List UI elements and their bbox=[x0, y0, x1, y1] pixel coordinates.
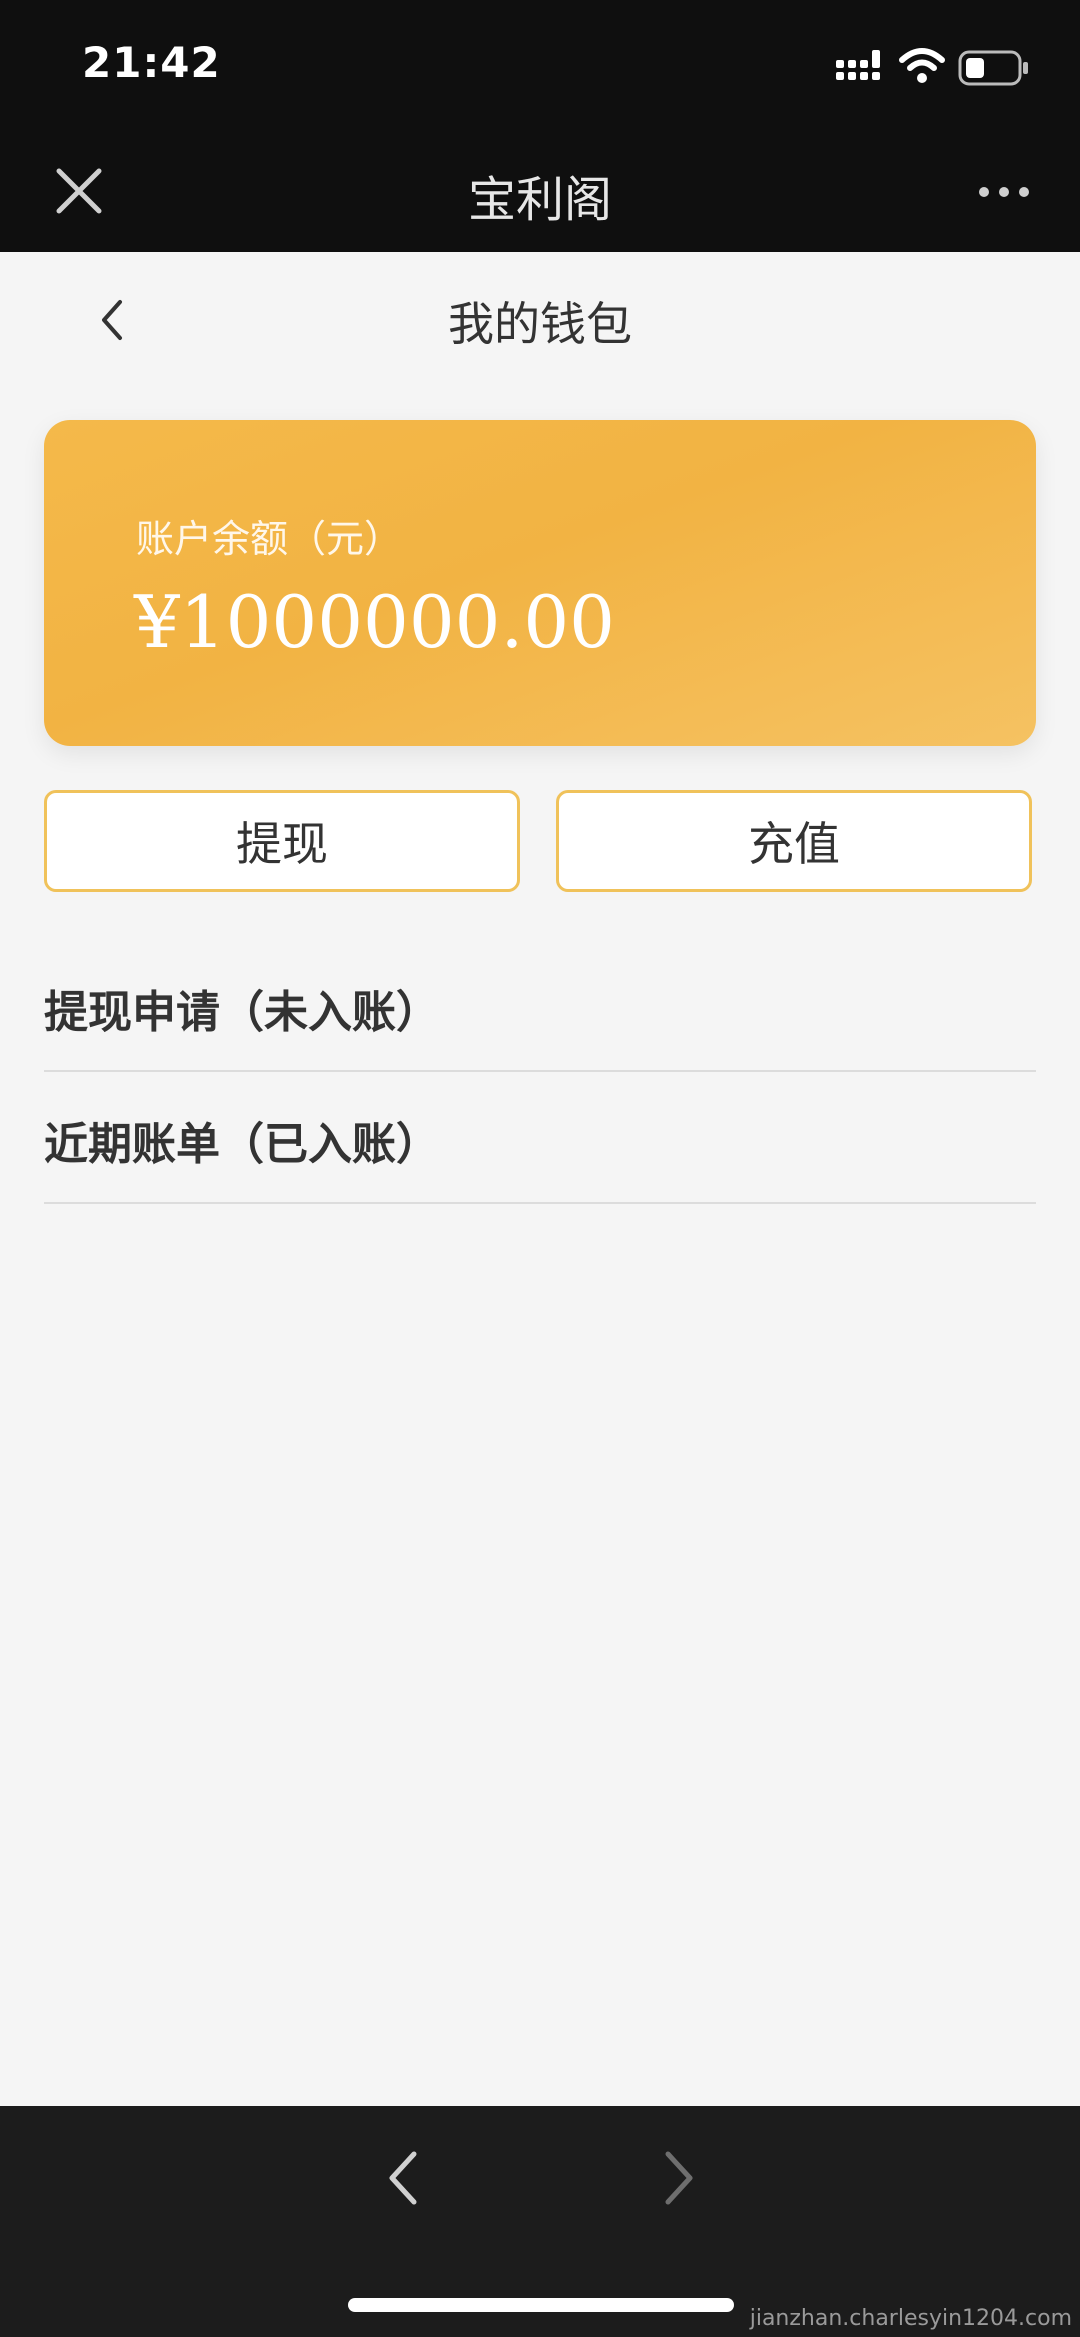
balance-card: 账户余额（元） ¥1000000.00 bbox=[44, 420, 1036, 746]
watermark: jianzhan.charlesyin1204.com bbox=[749, 2306, 1072, 2331]
status-time: 21:42 bbox=[82, 38, 221, 87]
browser-back-icon[interactable] bbox=[384, 2148, 420, 2208]
webview-header: 宝利阁 bbox=[0, 130, 1080, 252]
list-item-recent-bills[interactable]: 近期账单（已入账） bbox=[44, 1072, 1036, 1204]
balance-label: 账户余额（元） bbox=[136, 517, 403, 561]
recharge-button[interactable]: 充值 bbox=[556, 790, 1032, 892]
webview-title: 宝利阁 bbox=[467, 172, 612, 228]
list-item-pending-withdrawals[interactable]: 提现申请（未入账） bbox=[44, 940, 1036, 1072]
list-item-label: 提现申请（未入账） bbox=[44, 987, 440, 1038]
more-icon[interactable] bbox=[976, 182, 1032, 202]
battery-icon bbox=[958, 50, 1028, 86]
balance-amount: ¥1000000.00 bbox=[134, 580, 615, 664]
page-nav: 我的钱包 bbox=[0, 252, 1080, 382]
list-item-label: 近期账单（已入账） bbox=[44, 1119, 440, 1170]
home-indicator[interactable] bbox=[348, 2298, 734, 2312]
wifi-icon bbox=[899, 48, 945, 83]
signal-icon bbox=[836, 50, 880, 80]
browser-forward-icon[interactable] bbox=[662, 2148, 698, 2208]
status-bar: 21:42 bbox=[0, 0, 1080, 130]
withdraw-button[interactable]: 提现 bbox=[44, 790, 520, 892]
page-title: 我的钱包 bbox=[448, 297, 632, 351]
